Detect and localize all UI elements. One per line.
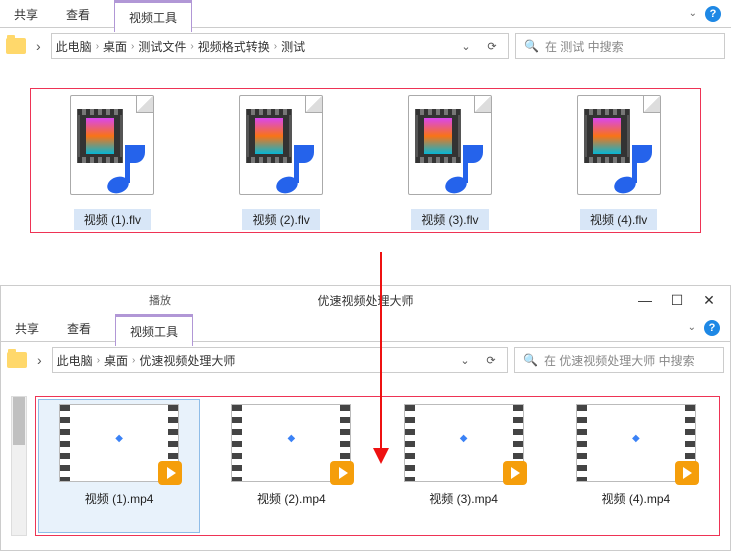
- tab-share[interactable]: 共享: [1, 314, 53, 341]
- scrollbar[interactable]: [11, 396, 27, 536]
- search-icon: 🔍: [524, 39, 539, 53]
- navigation-bar: › 此电脑› 桌面› 优速视频处理大师 ⌄ ⟳ 🔍 在 优速视频处理大师 中搜索: [1, 342, 730, 378]
- play-icon: [158, 461, 182, 485]
- address-buttons: ⌄ ⟳: [454, 35, 504, 57]
- play-label: 播放: [141, 290, 179, 310]
- crumb[interactable]: 桌面: [103, 38, 127, 55]
- file-label: 视频 (1).flv: [74, 209, 151, 230]
- tab-share[interactable]: 共享: [0, 0, 52, 27]
- search-placeholder: 在 测试 中搜索: [545, 38, 624, 55]
- play-icon: [675, 461, 699, 485]
- file-label: 视频 (4).flv: [580, 209, 657, 230]
- address-bar[interactable]: 此电脑› 桌面› 优速视频处理大师 ⌄ ⟳: [52, 347, 508, 373]
- search-input[interactable]: 🔍 在 测试 中搜索: [515, 33, 725, 59]
- crumb[interactable]: 测试文件: [138, 38, 186, 55]
- chevron-right-icon: ›: [129, 41, 136, 52]
- mp4-file-icon: ◆: [404, 404, 524, 482]
- titlebar: 播放 优速视频处理大师 — ☐ ✕: [1, 286, 730, 314]
- address-bar[interactable]: 此电脑› 桌面› 测试文件› 视频格式转换› 测试 ⌄ ⟳: [51, 33, 509, 59]
- crumb[interactable]: 优速视频处理大师: [139, 352, 235, 369]
- folder-icon[interactable]: [6, 38, 26, 54]
- chevron-right-icon: ›: [95, 355, 102, 366]
- crumb[interactable]: 此电脑: [56, 38, 92, 55]
- crumb[interactable]: 此电脑: [57, 352, 93, 369]
- expand-ribbon-chevron-icon[interactable]: ⌄: [689, 8, 697, 19]
- chevron-right-icon: ›: [272, 41, 279, 52]
- play-icon: [503, 461, 527, 485]
- tab-view[interactable]: 查看: [53, 314, 105, 341]
- tab-video-tools[interactable]: 视频工具: [115, 316, 193, 346]
- folder-icon[interactable]: [7, 352, 27, 368]
- search-input[interactable]: 🔍 在 优速视频处理大师 中搜索: [514, 347, 724, 373]
- contextual-tab-group: 视频工具: [115, 314, 193, 341]
- file-item[interactable]: 视频 (2).flv: [202, 95, 361, 230]
- file-label: 视频 (3).flv: [411, 209, 488, 230]
- refresh-icon[interactable]: ⟳: [480, 35, 504, 57]
- mp4-file-icon: ◆: [231, 404, 351, 482]
- up-icon[interactable]: ›: [32, 38, 45, 54]
- file-label: 视频 (1).mp4: [85, 490, 154, 507]
- contextual-tab-group: 视频工具: [114, 0, 192, 27]
- file-item[interactable]: ◆ 视频 (1).mp4: [38, 399, 200, 533]
- window-title: 优速视频处理大师: [317, 292, 413, 309]
- conversion-arrow-icon: [380, 252, 382, 462]
- maximize-button[interactable]: ☐: [670, 293, 684, 307]
- breadcrumb: 此电脑› 桌面› 测试文件› 视频格式转换› 测试: [56, 38, 454, 55]
- dropdown-history-icon[interactable]: ⌄: [453, 349, 477, 371]
- flv-file-icon: [236, 95, 326, 201]
- dropdown-history-icon[interactable]: ⌄: [454, 35, 478, 57]
- explorer-window-top: 共享 查看 视频工具 ⌄ ? › 此电脑› 桌面› 测试文件› 视频格式转换› …: [0, 0, 731, 247]
- file-item[interactable]: 视频 (4).flv: [539, 95, 698, 230]
- ribbon-tabs: 共享 查看 视频工具 ⌄ ?: [1, 314, 730, 342]
- search-icon: 🔍: [523, 353, 538, 367]
- flv-file-icon: [405, 95, 495, 201]
- refresh-icon[interactable]: ⟳: [479, 349, 503, 371]
- crumb[interactable]: 视频格式转换: [198, 38, 270, 55]
- crumb[interactable]: 桌面: [104, 352, 128, 369]
- file-item[interactable]: ◆ 视频 (4).mp4: [555, 399, 717, 533]
- file-label: 视频 (2).mp4: [257, 490, 326, 507]
- tab-video-tools[interactable]: 视频工具: [114, 2, 192, 32]
- chevron-right-icon: ›: [94, 41, 101, 52]
- flv-file-icon: [574, 95, 664, 201]
- file-item[interactable]: 视频 (3).flv: [371, 95, 530, 230]
- contextual-tab-label: 播放: [141, 290, 179, 310]
- chevron-right-icon: ›: [188, 41, 195, 52]
- flv-file-icon: [67, 95, 157, 201]
- help-icon[interactable]: ?: [704, 320, 720, 336]
- file-panel: ◆ 视频 (1).mp4 ◆ 视频 (2).mp4 ◆ 视频 (3).mp4: [1, 378, 730, 550]
- help-icon[interactable]: ?: [705, 6, 721, 22]
- search-placeholder: 在 优速视频处理大师 中搜索: [544, 352, 695, 369]
- crumb[interactable]: 测试: [281, 38, 305, 55]
- minimize-button[interactable]: —: [638, 293, 652, 307]
- explorer-window-bottom: 播放 优速视频处理大师 — ☐ ✕ 共享 查看 视频工具 ⌄ ? › 此电脑› …: [0, 285, 731, 551]
- ribbon-controls: ⌄ ?: [688, 314, 730, 341]
- file-selection: 视频 (1).flv 视频 (2).flv 视频 (3).flv: [30, 88, 701, 233]
- address-buttons: ⌄ ⟳: [453, 349, 503, 371]
- chevron-right-icon: ›: [130, 355, 137, 366]
- file-item[interactable]: 视频 (1).flv: [33, 95, 192, 230]
- scrollbar-thumb[interactable]: [13, 397, 25, 445]
- mp4-file-icon: ◆: [59, 404, 179, 482]
- ribbon-controls: ⌄ ?: [689, 0, 731, 27]
- tab-view[interactable]: 查看: [52, 0, 104, 27]
- play-icon: [330, 461, 354, 485]
- file-panel: 视频 (1).flv 视频 (2).flv 视频 (3).flv: [0, 64, 731, 247]
- close-button[interactable]: ✕: [702, 293, 716, 307]
- file-item[interactable]: ◆ 视频 (3).mp4: [383, 399, 545, 533]
- file-label: 视频 (4).mp4: [602, 490, 671, 507]
- file-selection: ◆ 视频 (1).mp4 ◆ 视频 (2).mp4 ◆ 视频 (3).mp4: [35, 396, 720, 536]
- file-label: 视频 (3).mp4: [429, 490, 498, 507]
- window-controls: — ☐ ✕: [638, 293, 730, 307]
- ribbon-tabs: 共享 查看 视频工具 ⌄ ?: [0, 0, 731, 28]
- mp4-file-icon: ◆: [576, 404, 696, 482]
- file-label: 视频 (2).flv: [242, 209, 319, 230]
- navigation-bar: › 此电脑› 桌面› 测试文件› 视频格式转换› 测试 ⌄ ⟳ 🔍 在 测试 中…: [0, 28, 731, 64]
- file-item[interactable]: ◆ 视频 (2).mp4: [210, 399, 372, 533]
- up-icon[interactable]: ›: [33, 352, 46, 368]
- expand-ribbon-chevron-icon[interactable]: ⌄: [688, 322, 696, 333]
- breadcrumb: 此电脑› 桌面› 优速视频处理大师: [57, 352, 453, 369]
